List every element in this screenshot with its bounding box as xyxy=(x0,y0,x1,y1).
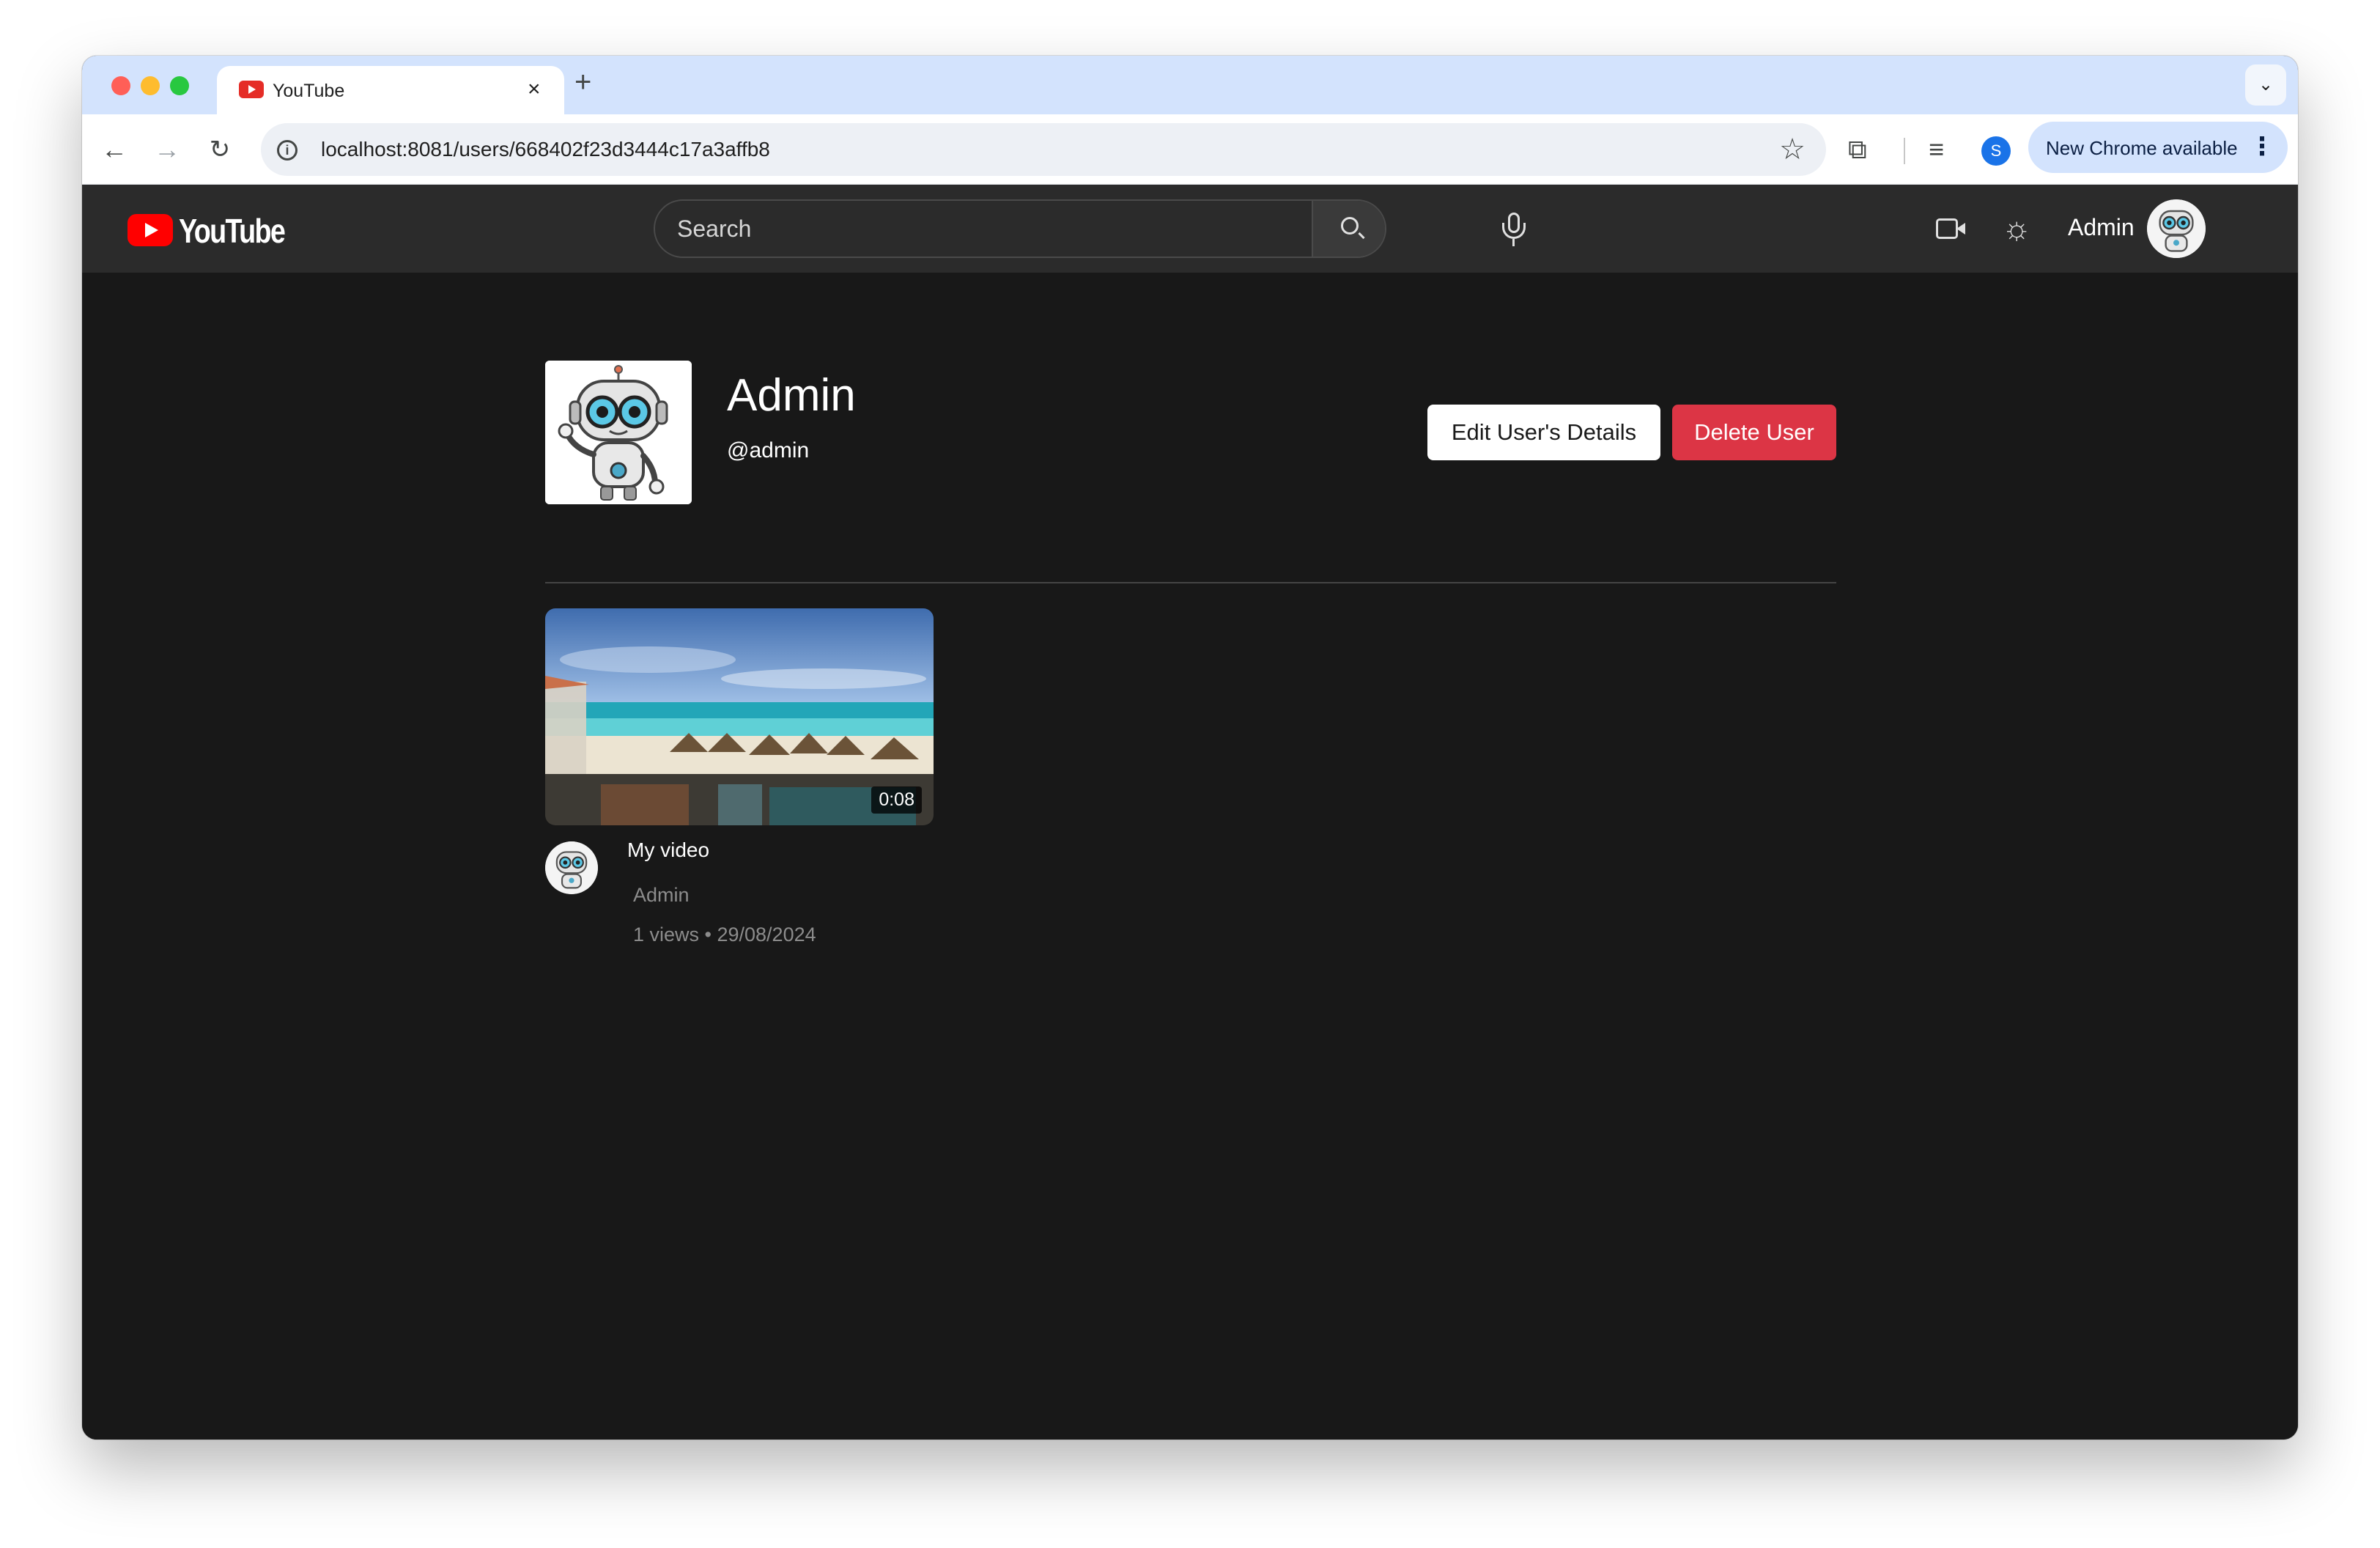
upload-video-icon[interactable] xyxy=(1936,218,1965,239)
edit-user-details-button[interactable]: Edit User's Details xyxy=(1427,405,1660,460)
browser-toolbar: ← → ↻ i localhost:8081/users/668402f23d3… xyxy=(82,114,2298,185)
video-thumbnail[interactable]: 0:08 xyxy=(545,608,934,825)
url-text[interactable]: localhost:8081/users/668402f23d3444c17a3… xyxy=(321,138,770,161)
tab-title: YouTube xyxy=(273,81,345,101)
new-tab-icon[interactable]: + xyxy=(574,67,591,97)
search-button[interactable] xyxy=(1312,201,1385,257)
main-content: Admin @admin Edit User's Details Delete … xyxy=(82,273,2298,1440)
tab-youtube[interactable]: YouTube × xyxy=(217,66,564,114)
maximize-window-button[interactable] xyxy=(170,76,189,95)
minimize-window-button[interactable] xyxy=(141,76,160,95)
forward-arrow-icon[interactable]: → xyxy=(149,132,185,167)
search-icon xyxy=(1341,217,1359,235)
chrome-update-button[interactable]: New Chrome available ⋮ xyxy=(2028,122,2288,173)
robot-avatar-icon xyxy=(545,361,692,504)
channel-avatar[interactable] xyxy=(545,841,598,894)
youtube-play-icon xyxy=(128,214,173,246)
site-info-icon[interactable]: i xyxy=(277,140,298,161)
delete-user-button[interactable]: Delete User xyxy=(1672,405,1836,460)
section-divider xyxy=(545,582,1836,583)
app-header: YouTube ☼ Admin xyxy=(82,185,2298,273)
tab-search-icon[interactable]: ⌄ xyxy=(2245,64,2286,106)
bookmark-star-icon[interactable]: ☆ xyxy=(1779,133,1806,166)
header-username[interactable]: Admin xyxy=(2068,214,2135,241)
profile-name: Admin xyxy=(727,370,856,421)
back-arrow-icon[interactable]: ← xyxy=(97,132,132,167)
logo-text: YouTube xyxy=(179,212,286,250)
toolbar-divider xyxy=(1904,138,1905,164)
profile-avatar xyxy=(545,361,692,504)
youtube-favicon-icon xyxy=(239,81,264,98)
video-duration: 0:08 xyxy=(871,786,922,814)
header-avatar[interactable] xyxy=(2147,199,2206,258)
robot-avatar-icon xyxy=(2147,199,2206,258)
kebab-menu-icon[interactable]: ⋮ xyxy=(2250,132,2274,161)
theme-toggle-sun-icon[interactable]: ☼ xyxy=(2002,211,2031,246)
video-title[interactable]: My video xyxy=(627,838,709,862)
browser-window: YouTube × + ⌄ ← → ↻ i localhost:8081/use… xyxy=(82,56,2298,1440)
video-meta: 1 views • 29/08/2024 xyxy=(633,924,816,946)
reload-icon[interactable]: ↻ xyxy=(202,132,237,167)
browser-profile-avatar[interactable]: S xyxy=(1981,136,2011,166)
extensions-icon[interactable]: ⧉ xyxy=(1848,133,1867,166)
video-card[interactable]: 0:08 My video Admin 1 views • 29/08/2024 xyxy=(545,608,934,968)
microphone-icon[interactable] xyxy=(1496,213,1531,248)
video-channel-name[interactable]: Admin xyxy=(633,884,690,907)
search-bar xyxy=(654,199,1386,258)
chrome-update-label: New Chrome available xyxy=(2046,137,2238,159)
close-window-button[interactable] xyxy=(111,76,130,95)
close-tab-icon[interactable]: × xyxy=(528,78,541,101)
robot-avatar-icon xyxy=(545,841,598,894)
address-bar[interactable]: i localhost:8081/users/668402f23d3444c17… xyxy=(261,123,1826,176)
media-controls-icon[interactable]: ≡ xyxy=(1929,133,1944,166)
tab-strip: YouTube × + ⌄ xyxy=(82,56,2298,114)
search-input[interactable] xyxy=(655,201,1312,257)
profile-handle: @admin xyxy=(727,438,810,462)
